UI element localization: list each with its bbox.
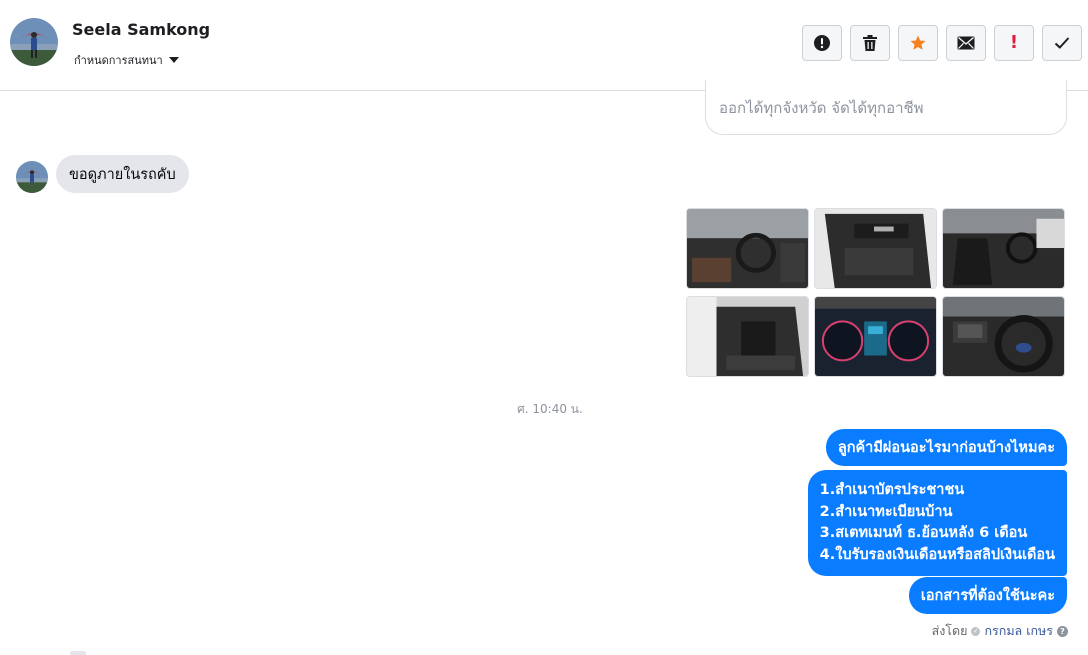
message-timestamp: ศ. 10:40 น. bbox=[517, 402, 583, 416]
steering-wheel-photo[interactable] bbox=[942, 296, 1065, 377]
document-item: 4.ใบรับรองเงินเดือนหรือสลิปเงินเดือน bbox=[819, 546, 1055, 563]
caret-down-icon bbox=[168, 57, 179, 63]
dashboard-photo[interactable] bbox=[686, 208, 809, 289]
rear-cab-photo[interactable] bbox=[686, 296, 809, 377]
photo-grid bbox=[686, 208, 1066, 378]
outgoing-message-list: 1.สำเนาบัตรประชาชน 2.สำเนาทะเบียนบ้าน 3.… bbox=[807, 470, 1067, 576]
envelope-icon bbox=[957, 36, 975, 50]
contact-name[interactable]: Seela Samkong bbox=[72, 20, 210, 39]
composer-edge bbox=[70, 651, 86, 655]
delete-button[interactable] bbox=[850, 25, 890, 61]
verified-icon: ✓ bbox=[971, 626, 981, 636]
front-seats-photo[interactable] bbox=[942, 208, 1065, 289]
document-item: 2.สำเนาทะเบียนบ้าน bbox=[819, 503, 953, 520]
incoming-message: ขอดูภายในรถคับ bbox=[56, 155, 189, 193]
shared-post-caption: ออกได้ทุกจังหวัด จัดได้ทุกอาชีพ bbox=[719, 99, 924, 117]
mark-unread-button[interactable] bbox=[946, 25, 986, 61]
door-panel-photo[interactable] bbox=[814, 208, 937, 289]
check-icon bbox=[1054, 37, 1070, 49]
outgoing-message: เอกสารที่ต้องใช้นะคะ bbox=[908, 577, 1067, 614]
star-icon bbox=[910, 35, 926, 50]
conversation-header: Seela Samkong กำหนดการสนทนา ! bbox=[0, 0, 1088, 91]
document-item: 1.สำเนาบัตรประชาชน bbox=[819, 482, 965, 498]
sent-by-label: ส่งโดย bbox=[931, 623, 968, 638]
follow-up-button[interactable]: ! bbox=[994, 25, 1034, 61]
done-button[interactable] bbox=[1042, 25, 1082, 61]
assign-label: กำหนดการสนทนา bbox=[74, 54, 163, 67]
conversation-toolbar: ! bbox=[802, 25, 1082, 61]
outgoing-message: ลูกค้ามีผ่อนอะไรมาก่อนบ้างไหมคะ bbox=[825, 429, 1067, 466]
assign-conversation-dropdown[interactable]: กำหนดการสนทนา bbox=[74, 51, 179, 69]
shared-post-card[interactable]: ออกได้ทุกจังหวัด จัดได้ทุกอาชีพ bbox=[705, 80, 1067, 135]
alert-circle-icon bbox=[814, 35, 830, 51]
star-button[interactable] bbox=[898, 25, 938, 61]
report-spam-button[interactable] bbox=[802, 25, 842, 61]
sent-by-info: ส่งโดย ✓ กรกมล เกษร ? bbox=[932, 621, 1068, 641]
contact-avatar[interactable] bbox=[10, 18, 58, 66]
document-item: 3.สเตทเมนท์ ธ.ย้อนหลัง 6 เดือน bbox=[819, 525, 1028, 541]
sender-avatar[interactable] bbox=[16, 161, 48, 193]
trash-icon bbox=[863, 35, 877, 51]
instrument-cluster-photo[interactable] bbox=[814, 296, 937, 377]
help-icon[interactable]: ? bbox=[1057, 625, 1068, 637]
exclamation-icon: ! bbox=[1009, 32, 1019, 53]
agent-name-link[interactable]: กรกมล เกษร bbox=[984, 621, 1053, 641]
